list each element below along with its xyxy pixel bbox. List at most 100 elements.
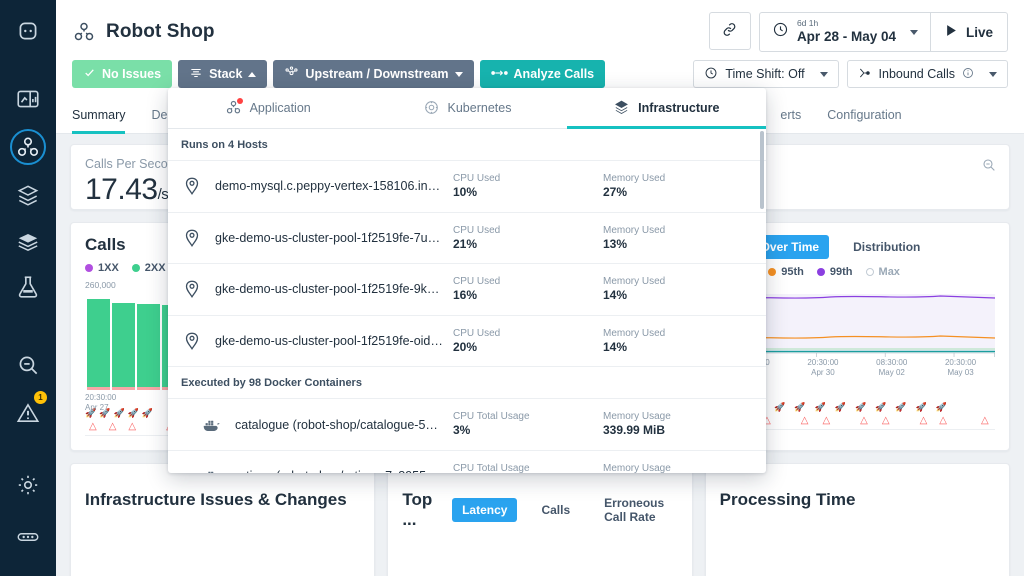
time-range-duration: 6d 1h	[797, 19, 896, 29]
chip-left-group: No Issues Stack	[72, 60, 605, 88]
sidebar-item-more[interactable]	[0, 524, 56, 550]
sidebar-item-analyze[interactable]	[0, 274, 56, 300]
metric-value: 339.99 MiB	[603, 423, 753, 439]
alert-marker-icon[interactable]: △	[939, 415, 947, 426]
x-tick-date: Apr 30	[788, 368, 857, 378]
alert-marker-icon[interactable]: △	[882, 415, 890, 426]
metric-label: Memory Used	[603, 327, 753, 340]
alert-marker-icon[interactable]: △	[109, 421, 117, 432]
x-tick: 20:30:00 May 03	[926, 358, 995, 378]
legend-item[interactable]: 1XX	[85, 262, 119, 274]
panel-scroll-body[interactable]: Runs on 4 Hosts demo-mysql.c.peppy-verte…	[168, 129, 766, 473]
segment-distribution[interactable]: Distribution	[843, 235, 930, 259]
kubernetes-icon	[423, 99, 440, 116]
host-list-item[interactable]: demo-mysql.c.peppy-vertex-158106.interna…	[168, 161, 766, 213]
sidebar-item-logo[interactable]	[0, 18, 56, 44]
live-button[interactable]: Live	[931, 13, 1007, 51]
legend-label: 99th	[830, 266, 853, 278]
sidebar-item-events[interactable]: 1	[0, 400, 56, 426]
segment-erroneous-call-rate[interactable]: Erroneous Call Rate	[594, 491, 678, 529]
time-shift-dropdown[interactable]: Time Shift: Off	[693, 60, 838, 88]
stack-dropdown-button[interactable]: Stack	[178, 60, 267, 88]
tab-configuration[interactable]: Configuration	[827, 100, 901, 134]
alert-marker-icon[interactable]: △	[89, 421, 97, 432]
x-tick: 20:30:00 Apr 27	[85, 393, 116, 413]
x-tick-date: May 02	[857, 368, 926, 378]
alert-marker-icon[interactable]: △	[860, 415, 868, 426]
container-list-item[interactable]: ratings (robot-shop/ratings-7c89557c4-ls…	[168, 451, 766, 473]
alert-marker-icon[interactable]: △	[801, 415, 809, 426]
panel-tab-kubernetes[interactable]: Kubernetes	[367, 88, 566, 129]
panel-scrollbar-thumb[interactable]	[760, 131, 764, 209]
metric-label: Memory Used	[603, 224, 753, 237]
copy-link-button[interactable]	[709, 12, 751, 50]
deploy-icon: 🚀	[936, 402, 947, 413]
metric-label: CPU Total Usage	[453, 462, 603, 473]
analyze-calls-button[interactable]: Analyze Calls	[480, 60, 606, 88]
stack-label: Stack	[209, 67, 242, 81]
panel-tab-label: Application	[250, 101, 311, 115]
x-tick-date: Apr 27	[85, 403, 116, 413]
host-list-item[interactable]: gke-demo-us-cluster-pool-1f2519fe-7ubi.c…	[168, 213, 766, 265]
panel-tab-infrastructure[interactable]: Infrastructure	[567, 88, 766, 129]
alert-marker-icon[interactable]: △	[981, 415, 989, 426]
deploy-icon: 🚀	[855, 402, 866, 413]
magnifier-icon[interactable]	[981, 157, 997, 178]
segment-calls[interactable]: Calls	[531, 498, 580, 522]
info-icon[interactable]	[962, 67, 974, 82]
container-list-item[interactable]: catalogue (robot-shop/catalogue-5958d685…	[168, 399, 766, 451]
alert-marker-icon[interactable]: △	[822, 415, 830, 426]
legend-color-dot	[85, 264, 93, 272]
status-badge[interactable]: No Issues	[72, 60, 172, 88]
main-area: Robot Shop	[56, 0, 1024, 576]
page-title: Robot Shop	[106, 21, 215, 43]
deploy-icon: 🚀	[895, 402, 906, 413]
host-cpu-metric: CPU Used 20%	[453, 327, 603, 356]
bar-group	[112, 294, 135, 390]
legend-label: Max	[879, 266, 900, 278]
x-tick-time: 20:30:00	[788, 358, 857, 368]
events-badge: 1	[34, 391, 47, 404]
panel-tab-application[interactable]: Application	[168, 88, 367, 129]
alert-marker-icon[interactable]: △	[920, 415, 928, 426]
alert-triangle-icon	[15, 400, 41, 426]
time-range-text: 6d 1h Apr 28 - May 04	[797, 19, 896, 44]
card-processing-time: Processing Time	[705, 463, 1010, 576]
legend-color-dot	[866, 268, 874, 276]
sidebar-item-settings[interactable]	[0, 472, 56, 498]
sidebar-item-stack[interactable]	[0, 182, 56, 208]
host-list-item[interactable]: gke-demo-us-cluster-pool-1f2519fe-9k8d.c…	[168, 264, 766, 316]
legend-item[interactable]: 2XX	[132, 262, 166, 274]
flask-icon	[15, 274, 41, 300]
tab-alerts[interactable]: erts	[780, 100, 801, 134]
status-label: No Issues	[102, 67, 161, 81]
upstream-downstream-button[interactable]: Upstream / Downstream	[273, 60, 473, 88]
time-range-selector[interactable]: 6d 1h Apr 28 - May 04	[760, 13, 930, 51]
legend-item[interactable]: 95th	[768, 266, 804, 278]
clock-icon	[704, 66, 718, 83]
host-icon	[181, 227, 203, 249]
analyze-label: Analyze Calls	[514, 67, 595, 81]
inbound-label: Inbound Calls	[879, 67, 955, 81]
sidebar-item-infrastructure[interactable]	[0, 228, 56, 254]
metric-label: CPU Used	[453, 275, 603, 288]
sidebar-item-services[interactable]	[0, 134, 56, 160]
tab-summary[interactable]: Summary	[72, 100, 125, 134]
alert-marker-icon[interactable]: △	[128, 421, 136, 432]
sidebar-item-search[interactable]	[0, 352, 56, 378]
host-cpu-metric: CPU Used 10%	[453, 172, 603, 201]
host-icon	[181, 330, 203, 352]
cps-number: 17.43	[85, 173, 158, 206]
dashboard-icon	[15, 86, 41, 112]
bar-group	[137, 294, 160, 390]
sidebar-item-dashboards[interactable]	[0, 86, 56, 112]
chevron-down-icon	[455, 72, 463, 77]
legend-label: 1XX	[98, 262, 119, 274]
segment-latency[interactable]: Latency	[452, 498, 517, 522]
host-list-item[interactable]: gke-demo-us-cluster-pool-1f2519fe-oidi.c…	[168, 316, 766, 368]
inbound-calls-dropdown[interactable]: Inbound Calls	[847, 60, 1008, 88]
legend-item[interactable]: Max	[866, 266, 900, 278]
deploy-icon: 🚀	[774, 402, 785, 413]
legend-item[interactable]: 99th	[817, 266, 853, 278]
section-heading-containers: Executed by 98 Docker Containers	[168, 367, 766, 399]
